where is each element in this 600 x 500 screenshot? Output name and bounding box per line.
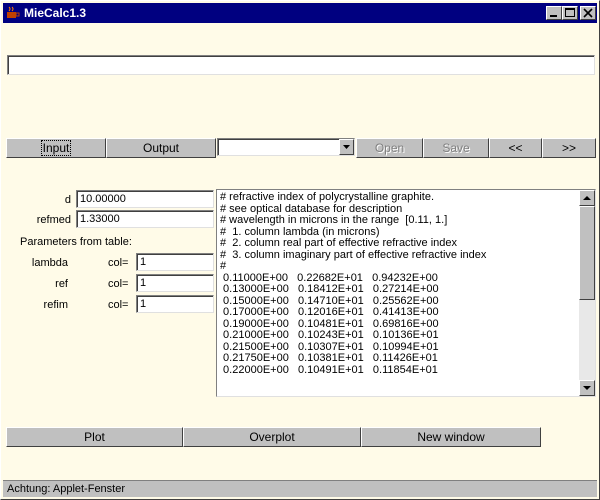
title-bar[interactable]: MieCalc1.3 [3, 3, 597, 23]
ref-label: ref [55, 278, 68, 290]
open-button[interactable]: Open [356, 138, 423, 158]
status-text: Achtung: Applet-Fenster [7, 483, 126, 495]
scroll-up-button[interactable] [579, 190, 595, 206]
chevron-down-icon [343, 145, 350, 149]
open-button-label: Open [374, 141, 405, 155]
refim-label: refim [43, 299, 68, 311]
text-area-line: 0.13000E+00 0.18412E+01 0.27214E+00 [223, 283, 439, 295]
text-area-line: 0.21750E+00 0.10381E+01 0.11426E+01 [223, 352, 438, 364]
lambda-col-label: col= [108, 257, 129, 269]
d-field[interactable]: 10.00000 [76, 190, 214, 208]
maximize-button[interactable] [562, 6, 578, 20]
input-button[interactable]: Input [6, 138, 106, 158]
save-button[interactable]: Save [423, 138, 489, 158]
text-area-line: 0.11000E+00 0.22682E+01 0.94232E+00 [223, 271, 438, 284]
text-area-line: # wavelength in microns in the range [0.… [220, 214, 448, 226]
refim-col-label: col= [108, 299, 129, 311]
close-button[interactable] [580, 6, 596, 20]
text-area-line: # see optical database for description [220, 202, 403, 215]
refmed-field[interactable]: 1.33000 [76, 210, 214, 228]
text-area-line: 0.15000E+00 0.14710E+01 0.25562E+00 [223, 294, 439, 307]
arrow-down-icon [583, 386, 591, 390]
text-area-line: 0.21000E+00 0.10243E+01 0.10136E+01 [223, 329, 439, 341]
text-area-line: 0.17000E+00 0.12016E+01 0.41413E+00 [223, 306, 439, 318]
output-button[interactable]: Output [106, 138, 216, 158]
ref-col-value: 1 [140, 277, 147, 289]
text-area-line: 0.19000E+00 0.10481E+01 0.69816E+00 [223, 317, 439, 330]
d-label: d [64, 194, 71, 206]
arrow-up-icon [583, 196, 591, 200]
window-title: MieCalc1.3 [24, 6, 87, 20]
lambda-label: lambda [31, 257, 68, 269]
output-button-label: Output [142, 141, 180, 155]
top-text-field[interactable] [7, 55, 595, 75]
status-bar: Achtung: Applet-Fenster [3, 480, 597, 497]
refim-col-field[interactable]: 1 [136, 295, 214, 313]
minimize-button[interactable] [546, 6, 562, 20]
next-button[interactable]: >> [542, 138, 596, 158]
text-area-line: # refractive index of polycrystalline gr… [220, 191, 434, 203]
refmed-label: refmed [36, 214, 71, 226]
file-select[interactable] [217, 138, 355, 156]
text-area-line: # 3. column imaginary part of effective … [220, 248, 487, 261]
previous-button[interactable]: << [489, 138, 542, 158]
plot-button[interactable]: Plot [6, 427, 183, 447]
java-cup-icon [7, 6, 20, 18]
text-area-line: # 2. column real part of effective refra… [220, 237, 458, 249]
text-area-line: 0.22000E+00 0.10491E+01 0.11854E+01 [223, 363, 438, 376]
lambda-col-value: 1 [140, 256, 147, 268]
previous-button-label: << [508, 141, 523, 155]
lambda-col-field[interactable]: 1 [136, 253, 214, 271]
ref-col-field[interactable]: 1 [136, 274, 214, 292]
refmed-field-value: 1.33000 [80, 213, 120, 225]
application-window: MieCalc1.3 Input Output Open Save << >> … [0, 0, 600, 500]
table-parameters-heading: Parameters from table: [20, 236, 132, 248]
minimize-icon [550, 15, 557, 17]
data-text-content: # refractive index of polycrystalline gr… [220, 191, 487, 376]
dropdown-arrow-button[interactable] [339, 139, 354, 155]
overplot-button[interactable]: Overplot [183, 427, 361, 447]
overplot-button-label: Overplot [249, 430, 295, 444]
data-text-area[interactable]: # refractive index of polycrystalline gr… [216, 189, 596, 397]
text-area-line: # [220, 260, 227, 272]
vertical-scrollbar[interactable] [579, 190, 595, 396]
input-button-label: Input [40, 140, 72, 156]
scroll-down-button[interactable] [579, 380, 595, 396]
scroll-thumb[interactable] [579, 206, 595, 300]
ref-col-label: col= [108, 278, 129, 290]
new-window-button[interactable]: New window [361, 427, 541, 447]
next-button-label: >> [561, 141, 576, 155]
refim-col-value: 1 [140, 298, 147, 310]
maximize-icon [565, 8, 575, 17]
plot-button-label: Plot [84, 430, 105, 444]
d-field-value: 10.00000 [80, 193, 126, 205]
close-icon [583, 8, 593, 18]
save-button-label: Save [442, 141, 470, 155]
text-area-line: 0.21500E+00 0.10307E+01 0.10994E+01 [223, 340, 439, 353]
new-window-button-label: New window [417, 430, 485, 444]
text-area-line: # 1. column lambda (in microns) [220, 225, 380, 238]
